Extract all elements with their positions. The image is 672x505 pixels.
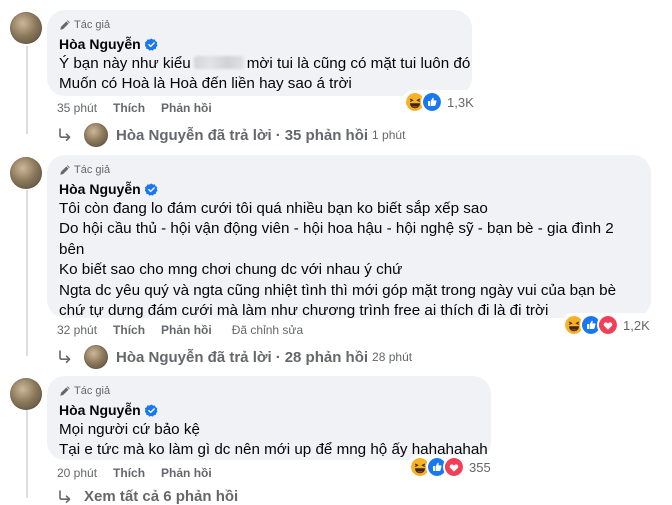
author-badge-label: Tác giả: [74, 384, 111, 397]
author-badge-label: Tác giả: [74, 18, 111, 31]
thread-line: [26, 190, 28, 356]
pen-icon: [59, 385, 71, 397]
comment-actions: 20 phút Thích Phản hồi: [57, 466, 228, 480]
comment-text: Tôi còn đang lo đám cưới tôi quá nhiều b…: [59, 199, 637, 321]
author-badge-label: Tác giả: [74, 163, 111, 176]
replies-author: Hòa Nguyễn đã trả lời: [116, 126, 272, 144]
reply-button[interactable]: Phản hồi: [161, 323, 212, 337]
replies-author: Hòa Nguyễn đã trả lời: [116, 348, 272, 366]
pen-icon: [59, 19, 71, 31]
reply-arrow-icon: [58, 350, 72, 364]
author-name[interactable]: Hòa Nguyễn: [59, 181, 141, 197]
reaction-count: 1,3K: [447, 94, 474, 110]
author-name[interactable]: Hòa Nguyễn: [59, 402, 141, 418]
like-button[interactable]: Thích: [113, 101, 145, 115]
reaction-summary[interactable]: 355: [408, 455, 494, 479]
comment-text-line: chứ tự dưng đám cưới mà làm như chương t…: [59, 302, 549, 320]
love-icon: [597, 314, 619, 336]
thread-line: [26, 46, 28, 134]
replies-count: 28 phản hồi: [284, 348, 369, 366]
view-replies-link[interactable]: Hòa Nguyễn đã trả lời · 35 phản hồi 1 ph…: [58, 123, 405, 147]
love-icon: [443, 456, 465, 478]
author-badge: Tác giả: [59, 18, 458, 31]
reply-button[interactable]: Phản hồi: [161, 466, 212, 480]
comment-text-line: Ngta dc yêu quý và ngta cũng nhiệt tình …: [59, 281, 617, 299]
avatar: [84, 345, 108, 369]
avatar[interactable]: [10, 157, 42, 189]
avatar[interactable]: [10, 12, 42, 44]
comment-bubble: Tác giả Hòa Nguyễn Ý bạn này như kiểu mời…: [47, 10, 472, 96]
comment-bubble: Tác giả Hòa Nguyễn Tôi còn đang lo đám c…: [47, 155, 651, 321]
view-replies-link[interactable]: Hòa Nguyễn đã trả lời · 28 phản hồi 28 p…: [58, 345, 412, 369]
replies-time: 1 phút: [372, 128, 406, 142]
author-badge: Tác giả: [59, 163, 637, 176]
verified-badge-icon: [145, 404, 158, 417]
author-name[interactable]: Hòa Nguyễn: [59, 36, 141, 52]
redacted-name: [193, 56, 244, 69]
comment-text-line: Mọi người cứ bảo kệ: [59, 421, 200, 438]
comment-text-line: bên: [59, 240, 85, 258]
comment-text-part: mời tui là cũng có mặt tui luôn đó: [246, 55, 471, 72]
edited-label: Đã chỉnh sửa: [231, 323, 304, 337]
comment-text-line: Ko biết sao cho mng chơi chung dc với nh…: [59, 261, 403, 279]
view-all-replies-link[interactable]: Xem tất cả 6 phản hồi: [58, 488, 238, 505]
thread-line: [26, 408, 28, 498]
reaction-count: 355: [469, 459, 491, 475]
reaction-summary[interactable]: 1,2K: [562, 313, 653, 337]
reply-button[interactable]: Phản hồi: [161, 101, 212, 115]
comment-time[interactable]: 32 phút: [57, 323, 97, 337]
comment-text-part: Ý bạn này như kiểu: [59, 55, 191, 72]
like-button[interactable]: Thích: [113, 323, 145, 337]
like-icon: [421, 91, 443, 113]
comment-actions: 35 phút Thích Phản hồi: [57, 101, 228, 115]
comment-text-line: Tôi còn đang lo đám cưới tôi quá nhiều b…: [59, 200, 488, 217]
comment-bubble: Tác giả Hòa Nguyễn Mọi người cứ bảo kệ T…: [47, 376, 491, 460]
comment-text-line: Do hội cầu thủ - hội vận động viên - hội…: [59, 220, 614, 238]
pen-icon: [59, 164, 71, 176]
like-button[interactable]: Thích: [113, 466, 145, 480]
reply-arrow-icon: [58, 128, 72, 142]
comment-time[interactable]: 35 phút: [57, 101, 97, 115]
avatar[interactable]: [10, 378, 42, 410]
comment-text-line: Muốn có Hoà là Hoà đến liền hay sao á tr…: [59, 75, 352, 93]
replies-count: 35 phản hồi: [284, 126, 369, 144]
comment-actions: 32 phút Thích Phản hồi Đã chỉnh sửa: [57, 323, 319, 337]
reply-arrow-icon: [58, 490, 72, 504]
reaction-count: 1,2K: [623, 317, 650, 333]
replies-time: 28 phút: [372, 350, 413, 364]
verified-badge-icon: [145, 38, 158, 51]
comment-text: Ý bạn này như kiểu mời tui là cũng có mặt…: [59, 54, 470, 95]
reaction-summary[interactable]: 1,3K: [403, 90, 477, 114]
view-all-replies-label: Xem tất cả 6 phản hồi: [84, 488, 239, 505]
verified-badge-icon: [145, 183, 158, 196]
comment-time[interactable]: 20 phút: [57, 466, 97, 480]
author-badge: Tác giả: [59, 384, 477, 397]
avatar: [84, 123, 108, 147]
